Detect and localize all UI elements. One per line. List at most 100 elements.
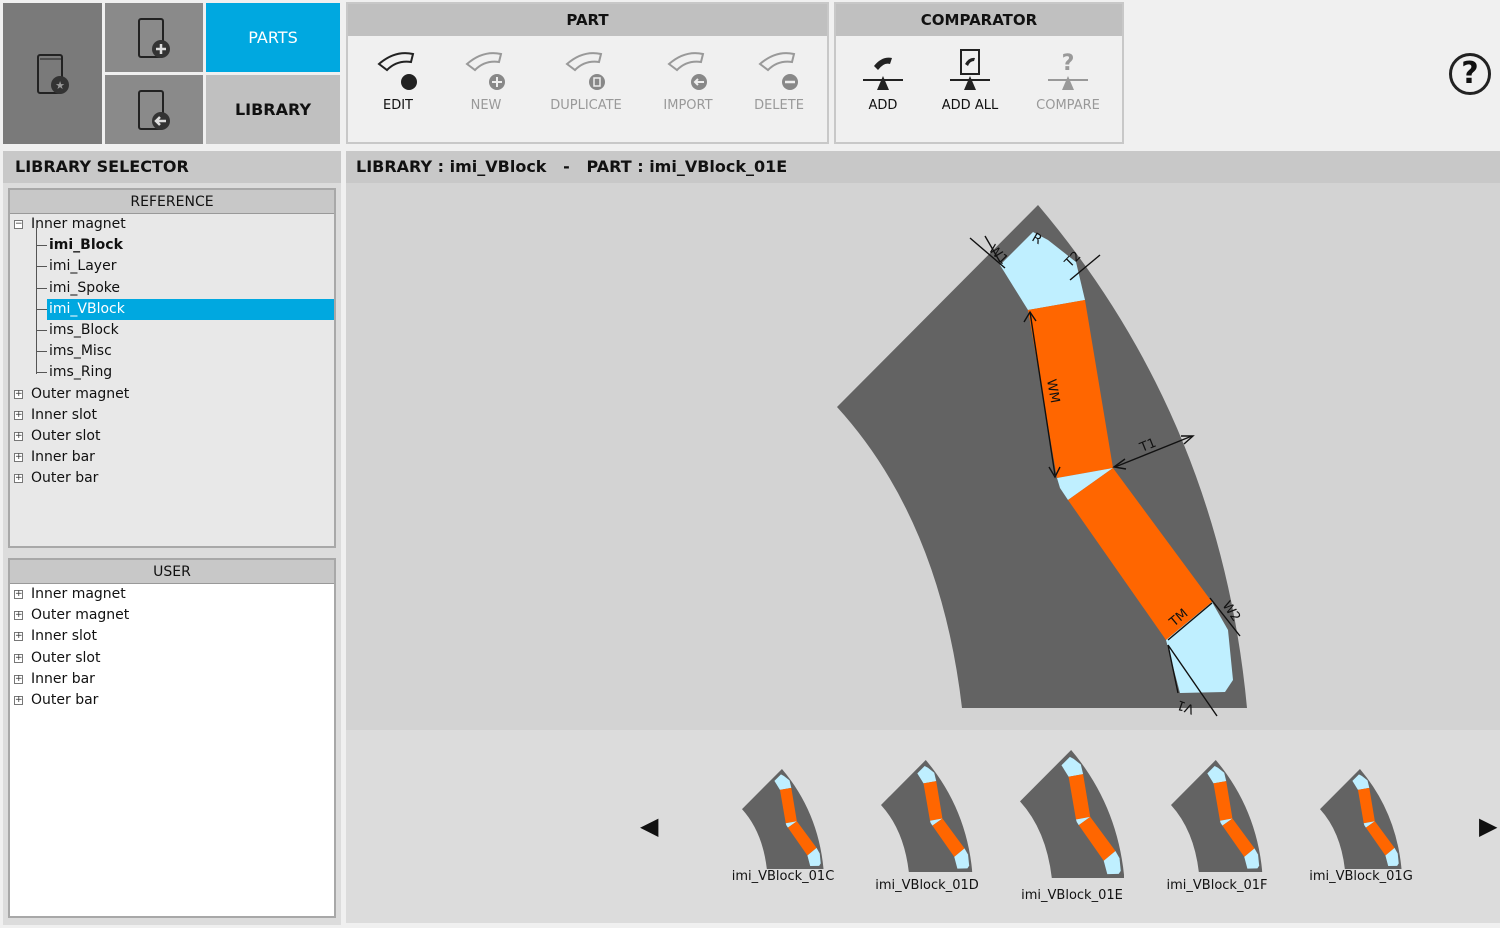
part-drawing: W1 R T2 WM T1 TM W2 V1 [837,205,1247,717]
expand-icon[interactable]: + [14,611,23,621]
tree-item-label: ims_Ring [49,364,113,381]
tree-item-label: Outer bar [31,470,99,487]
expand-icon[interactable]: + [14,674,23,684]
new-button[interactable]: NEW [441,48,531,113]
tree-item-label: Inner slot [31,406,97,423]
reference-tree[interactable]: REFERENCE − Inner magnet imi_Block imi_Laye… [8,188,336,548]
compare-label: COMPARE [1036,98,1100,113]
expand-icon[interactable]: + [14,474,23,484]
help-button[interactable]: ? [1449,53,1491,95]
tree-item[interactable]: imi_Spoke [10,278,334,299]
part-group-title: PART [348,4,827,36]
tree-item[interactable]: + Outer bar [10,690,334,711]
part-viewer[interactable]: W1 R T2 WM T1 TM W2 V1 [346,183,1500,730]
tree-item-label: imi_VBlock [47,298,334,320]
duplicate-button[interactable]: DUPLICATE [541,48,631,113]
viewer-header: LIBRARY : imi_VBlock - PART : imi_VBlock… [346,151,1500,183]
tree-item-label: Outer magnet [31,607,130,624]
tree-item[interactable]: + Outer slot [10,648,334,669]
tree-item-label: Inner bar [31,670,95,687]
carousel-item-label: imi_VBlock_01C [731,869,835,884]
add-all-button[interactable]: ADD ALL [925,48,1015,113]
edit-label: EDIT [383,98,413,113]
delete-part-icon [758,52,798,90]
tree-item-label: Outer slot [31,427,101,444]
import-label: IMPORT [663,98,713,113]
tree-item[interactable]: ims_Misc [10,341,334,362]
expand-icon[interactable]: + [14,653,23,663]
tree-item-label: imi_Layer [49,258,117,275]
part-thumbnail [742,769,824,869]
expand-icon[interactable]: + [14,410,23,420]
delete-button[interactable]: DELETE [734,48,824,113]
part-thumbnail [1171,760,1263,872]
reference-title: REFERENCE [10,190,334,214]
new-label: NEW [470,98,502,113]
tree-item[interactable]: + Outer bar [10,468,334,489]
carousel-item[interactable]: imi_VBlock_01C [713,769,853,884]
tree-item[interactable]: + Inner bar [10,447,334,468]
part-toolbar-group: PART EDIT NEW DUPLICATE IMPORT DELETE [346,2,829,144]
tree-item[interactable]: imi_Layer [10,256,334,277]
tree-item-label: imi_Spoke [49,279,120,296]
svg-text:?: ? [1062,51,1075,76]
collapse-icon[interactable]: − [14,220,23,229]
import-library-button[interactable] [105,75,203,144]
expand-icon[interactable]: + [14,695,23,705]
tree-item-label: Inner magnet [31,216,126,232]
expand-icon[interactable]: + [14,431,23,441]
tree-item[interactable]: ims_Block [10,320,334,341]
tree-item-label: Outer bar [31,691,99,708]
tree-item[interactable]: + Inner slot [10,626,334,647]
scale-part-icon [863,57,903,90]
carousel-item[interactable]: imi_VBlock_01G [1291,769,1431,884]
tree-item[interactable]: imi_VBlock [10,298,334,320]
tree-item[interactable]: imi_Block [10,235,334,256]
tree-item[interactable]: + Outer magnet [10,384,334,405]
new-library-button[interactable] [105,3,203,72]
add-button[interactable]: ADD [838,48,928,113]
user-tree[interactable]: USER + Inner magnet + Outer magnet + Inner sl… [8,558,336,918]
delete-label: DELETE [754,98,804,113]
library-tab[interactable]: LIBRARY [206,75,340,144]
carousel-item[interactable]: imi_VBlock_01D [857,760,997,893]
carousel-item-label: imi_VBlock_01G [1309,869,1413,884]
compare-button[interactable]: ? COMPARE [1023,48,1113,113]
book-star-icon: ★ [36,53,69,94]
tree-item[interactable]: − Inner magnet [10,214,334,235]
tree-item-label: Inner magnet [31,586,126,602]
carousel-next-button[interactable]: ▶ [1479,812,1497,840]
add-all-label: ADD ALL [941,98,999,113]
book-import-icon [138,89,170,130]
tree-item[interactable]: + Outer slot [10,426,334,447]
tree-item-label: Outer magnet [31,385,130,402]
tree-item[interactable]: + Inner slot [10,405,334,426]
part-thumbnail [1019,750,1125,878]
edit-button[interactable]: EDIT [353,48,443,113]
carousel-item-label: imi_VBlock_01E [1021,888,1123,903]
expand-icon[interactable]: + [14,590,23,599]
expand-icon[interactable]: + [14,389,23,399]
carousel-item-label: imi_VBlock_01D [875,878,979,893]
tree-item[interactable]: + Inner magnet [10,584,334,605]
import-button[interactable]: IMPORT [643,48,733,113]
scale-question-icon: ? [1048,51,1088,90]
carousel-prev-button[interactable]: ◀ [640,812,658,840]
tree-item-label: Outer slot [31,649,101,666]
expand-icon[interactable]: + [14,453,23,463]
tree-item[interactable]: ims_Ring [10,362,334,383]
favorites-library-button[interactable]: ★ [3,3,102,144]
book-plus-icon [138,17,170,58]
carousel-item[interactable]: imi_VBlock_01E [1002,750,1142,903]
comparator-toolbar-group: COMPARATOR ADD ADD ALL ? COMPARE [834,2,1124,144]
duplicate-part-icon [565,52,605,90]
tree-item[interactable]: + Inner bar [10,669,334,690]
expand-icon[interactable]: + [14,632,23,642]
part-thumbnail [881,760,973,872]
tree-item[interactable]: + Outer magnet [10,605,334,626]
parts-tab[interactable]: PARTS [206,3,340,72]
new-part-icon [465,52,505,90]
library-selector-title: LIBRARY SELECTOR [3,151,341,183]
carousel-item[interactable]: imi_VBlock_01F [1147,760,1287,893]
part-thumbnail [1320,769,1402,869]
